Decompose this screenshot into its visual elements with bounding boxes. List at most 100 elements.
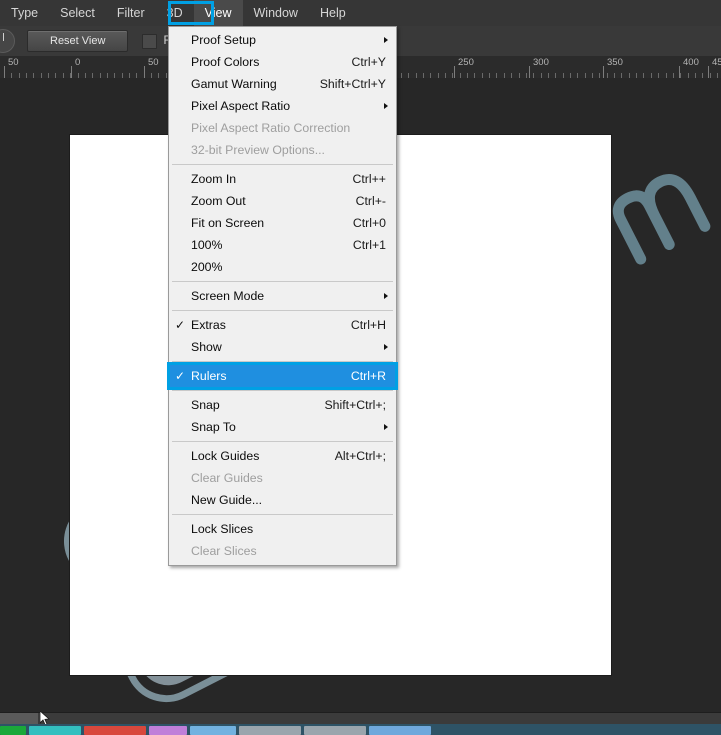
menu-item-wrapper: Pixel Aspect Ratio Correction bbox=[169, 117, 396, 139]
menu-item-rulers[interactable]: ✓ Rulers Ctrl+R bbox=[169, 365, 396, 387]
menu-separator bbox=[172, 390, 393, 391]
menu-item-label: Screen Mode bbox=[191, 289, 265, 303]
reset-view-button[interactable]: Reset View bbox=[27, 30, 129, 52]
taskbar-item[interactable] bbox=[84, 726, 146, 735]
menu-item-label: Pixel Aspect Ratio bbox=[191, 99, 291, 113]
menu-item-proof-colors[interactable]: Proof Colors Ctrl+Y bbox=[169, 51, 396, 73]
ruler-label: 0 bbox=[75, 57, 81, 68]
checkmark-icon: ✓ bbox=[175, 318, 186, 332]
menubar-item-view[interactable]: View bbox=[193, 0, 243, 26]
menu-item-label: Zoom In bbox=[191, 172, 237, 186]
menu-item-gamut-warning[interactable]: Gamut Warning Shift+Ctrl+Y bbox=[169, 73, 396, 95]
menubar-item-select[interactable]: Select bbox=[49, 0, 106, 26]
rotate-all-checkbox[interactable] bbox=[142, 33, 158, 49]
menu-item-label: Clear Slices bbox=[191, 544, 257, 558]
checkmark-icon: ✓ bbox=[175, 369, 186, 383]
ruler-major-tick bbox=[679, 66, 680, 78]
taskbar-item[interactable] bbox=[304, 726, 366, 735]
menu-item-wrapper: Screen Mode bbox=[169, 285, 396, 307]
menu-item-shortcut: Shift+Ctrl+Y bbox=[319, 77, 386, 91]
menu-item-wrapper: 200% bbox=[169, 256, 396, 278]
menubar-item-window[interactable]: Window bbox=[243, 0, 309, 26]
menu-item-label: Show bbox=[191, 340, 222, 354]
menu-item-shortcut: Ctrl+R bbox=[350, 369, 386, 383]
menu-item-label: Snap To bbox=[191, 420, 236, 434]
ruler-major-tick bbox=[4, 66, 5, 78]
menu-item-wrapper: Fit on Screen Ctrl+0 bbox=[169, 212, 396, 234]
menu-item-snap-to[interactable]: Snap To bbox=[169, 416, 396, 438]
menu-item-new-guide[interactable]: New Guide... bbox=[169, 489, 396, 511]
menubar-item-type[interactable]: Type bbox=[0, 0, 49, 26]
menu-item-shortcut: Ctrl+H bbox=[350, 318, 386, 332]
menu-item-proof-setup[interactable]: Proof Setup bbox=[169, 29, 396, 51]
menu-separator bbox=[172, 164, 393, 165]
os-taskbar[interactable] bbox=[0, 724, 721, 735]
ruler-major-tick bbox=[71, 66, 72, 78]
menu-item-wrapper: ✓ Rulers Ctrl+R bbox=[167, 362, 398, 390]
menu-item-screen-mode[interactable]: Screen Mode bbox=[169, 285, 396, 307]
menu-item-show[interactable]: Show bbox=[169, 336, 396, 358]
taskbar-item[interactable] bbox=[149, 726, 187, 735]
menu-item-label: Pixel Aspect Ratio Correction bbox=[191, 121, 351, 135]
menu-item-200[interactable]: 200% bbox=[169, 256, 396, 278]
ruler-label: 50 bbox=[148, 57, 159, 68]
menu-item-wrapper: Lock Slices bbox=[169, 518, 396, 540]
submenu-arrow-icon bbox=[384, 293, 388, 299]
menu-item-shortcut: Ctrl+Y bbox=[351, 55, 386, 69]
submenu-arrow-icon bbox=[384, 344, 388, 350]
menu-item-label: Zoom Out bbox=[191, 194, 246, 208]
submenu-arrow-icon bbox=[384, 424, 388, 430]
taskbar-item[interactable] bbox=[239, 726, 301, 735]
menu-bar: Type Select Filter 3D View Window Help bbox=[0, 0, 721, 26]
rotate-dial-icon[interactable] bbox=[0, 29, 15, 53]
view-dropdown-menu[interactable]: Proof Setup Proof Colors Ctrl+Y Gamut Warni… bbox=[167, 26, 398, 566]
menubar-item-filter[interactable]: Filter bbox=[106, 0, 156, 26]
taskbar-item[interactable] bbox=[369, 726, 431, 735]
menu-item-wrapper: Snap Shift+Ctrl+; bbox=[169, 394, 396, 416]
ruler-major-tick bbox=[144, 66, 145, 78]
menu-item-label: Proof Setup bbox=[191, 33, 256, 47]
menu-item-wrapper: Show bbox=[169, 336, 396, 358]
menu-item-label: Extras bbox=[191, 318, 226, 332]
menu-item-label: Clear Guides bbox=[191, 471, 263, 485]
menu-item-shortcut: Ctrl++ bbox=[352, 172, 387, 186]
taskbar-item[interactable] bbox=[29, 726, 81, 735]
menu-item-snap[interactable]: Snap Shift+Ctrl+; bbox=[169, 394, 396, 416]
ruler-label: 45 bbox=[712, 57, 721, 68]
menu-separator bbox=[172, 441, 393, 442]
menubar-item-help[interactable]: Help bbox=[309, 0, 357, 26]
menu-item-shortcut: Ctrl+- bbox=[355, 194, 386, 208]
ruler-major-tick bbox=[708, 66, 709, 78]
menu-item-zoom-in[interactable]: Zoom In Ctrl++ bbox=[169, 168, 396, 190]
ruler-label: 250 bbox=[458, 57, 474, 68]
menu-item-wrapper: Gamut Warning Shift+Ctrl+Y bbox=[169, 73, 396, 95]
menu-item-lock-slices[interactable]: Lock Slices bbox=[169, 518, 396, 540]
menu-item-label: Gamut Warning bbox=[191, 77, 277, 91]
taskbar-item[interactable] bbox=[0, 726, 26, 735]
menu-item-wrapper: Proof Colors Ctrl+Y bbox=[169, 51, 396, 73]
menu-item-clear-guides: Clear Guides bbox=[169, 467, 396, 489]
menu-item-label: New Guide... bbox=[191, 493, 263, 507]
taskbar-item[interactable] bbox=[190, 726, 236, 735]
menu-item-label: 100% bbox=[191, 238, 223, 252]
menu-item-label: Lock Guides bbox=[191, 449, 260, 463]
menu-item-fit-on-screen[interactable]: Fit on Screen Ctrl+0 bbox=[169, 212, 396, 234]
menu-item-label: Proof Colors bbox=[191, 55, 260, 69]
menu-item-pixel-aspect-ratio[interactable]: Pixel Aspect Ratio bbox=[169, 95, 396, 117]
menu-item-100[interactable]: 100% Ctrl+1 bbox=[169, 234, 396, 256]
ruler-major-tick bbox=[529, 66, 530, 78]
menu-item-lock-guides[interactable]: Lock Guides Alt+Ctrl+; bbox=[169, 445, 396, 467]
menu-item-wrapper: New Guide... bbox=[169, 489, 396, 511]
menu-item-label: Lock Slices bbox=[191, 522, 254, 536]
menu-item-label: 32-bit Preview Options... bbox=[191, 143, 325, 157]
menu-item-label: Rulers bbox=[191, 369, 227, 383]
menubar-item-3d[interactable]: 3D bbox=[156, 0, 194, 26]
ruler-major-tick bbox=[454, 66, 455, 78]
menu-item-extras[interactable]: ✓ Extras Ctrl+H bbox=[169, 314, 396, 336]
menu-item-wrapper: 32-bit Preview Options... bbox=[169, 139, 396, 161]
menu-item-wrapper: Snap To bbox=[169, 416, 396, 438]
menu-item-zoom-out[interactable]: Zoom Out Ctrl+- bbox=[169, 190, 396, 212]
menu-item-pixel-aspect-ratio-correction: Pixel Aspect Ratio Correction bbox=[169, 117, 396, 139]
menu-separator bbox=[172, 361, 393, 362]
submenu-arrow-icon bbox=[384, 37, 388, 43]
